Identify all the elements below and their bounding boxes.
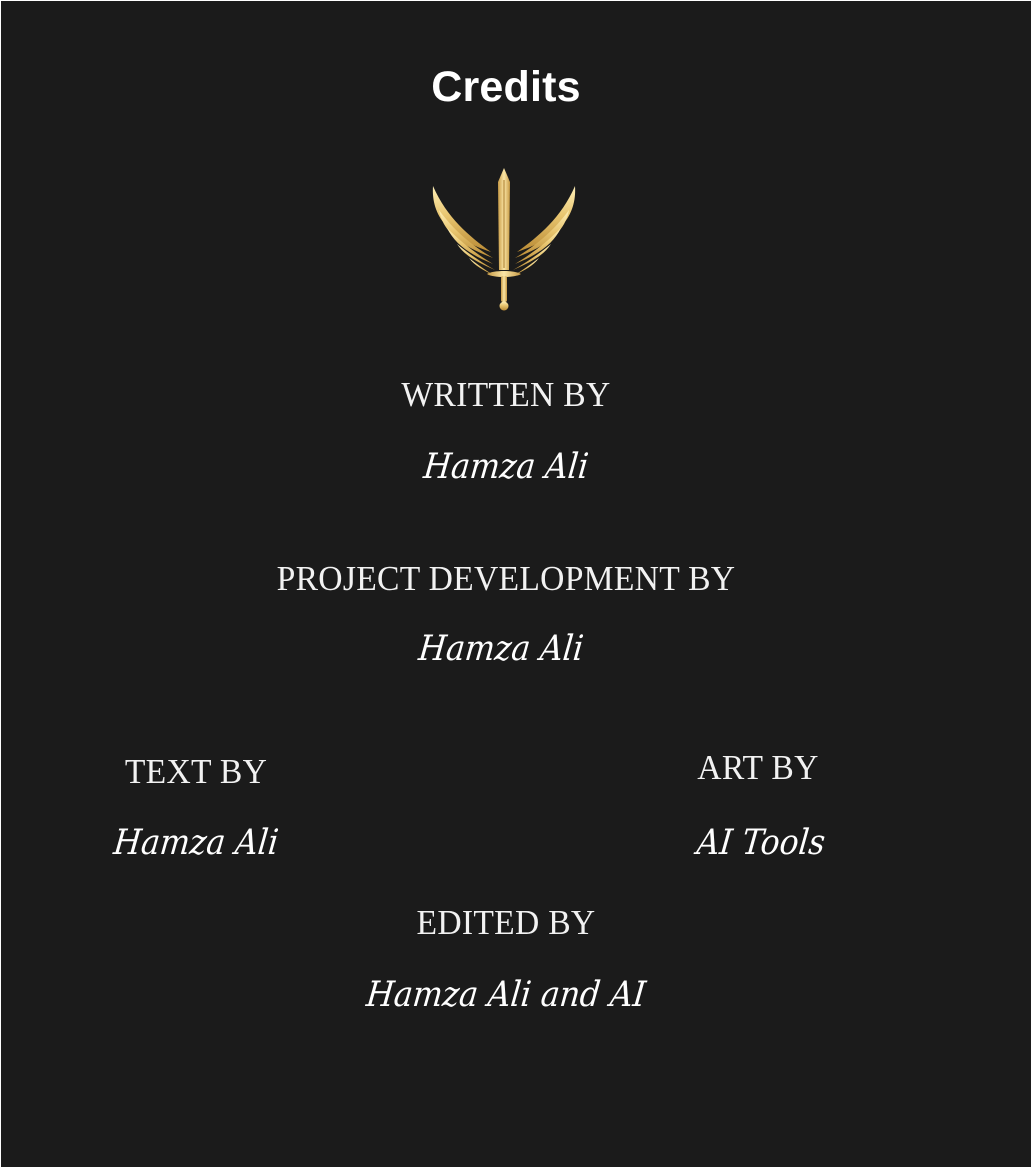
winged-sword-icon bbox=[429, 166, 579, 314]
project-development-by-label: PROJECT DEVELOPMENT BY bbox=[276, 559, 736, 598]
text-by-label: TEXT BY bbox=[124, 752, 268, 791]
project-development-by-name: Hamza Ali bbox=[416, 629, 586, 669]
written-by-name: Hamza Ali bbox=[421, 447, 591, 487]
edited-by-name: Hamza Ali and AI bbox=[364, 975, 648, 1015]
credits-page: Credits WRITTEN BY Hamza Ali PROJECT DEV… bbox=[1, 1, 1031, 1167]
written-by-label: WRITTEN BY bbox=[401, 375, 611, 414]
edited-by-label: EDITED BY bbox=[416, 903, 596, 942]
art-by-label: ART BY bbox=[697, 748, 819, 787]
art-by-name: AI Tools bbox=[694, 823, 828, 863]
text-by-name: Hamza Ali bbox=[111, 823, 281, 863]
page-title: Credits bbox=[431, 63, 581, 111]
